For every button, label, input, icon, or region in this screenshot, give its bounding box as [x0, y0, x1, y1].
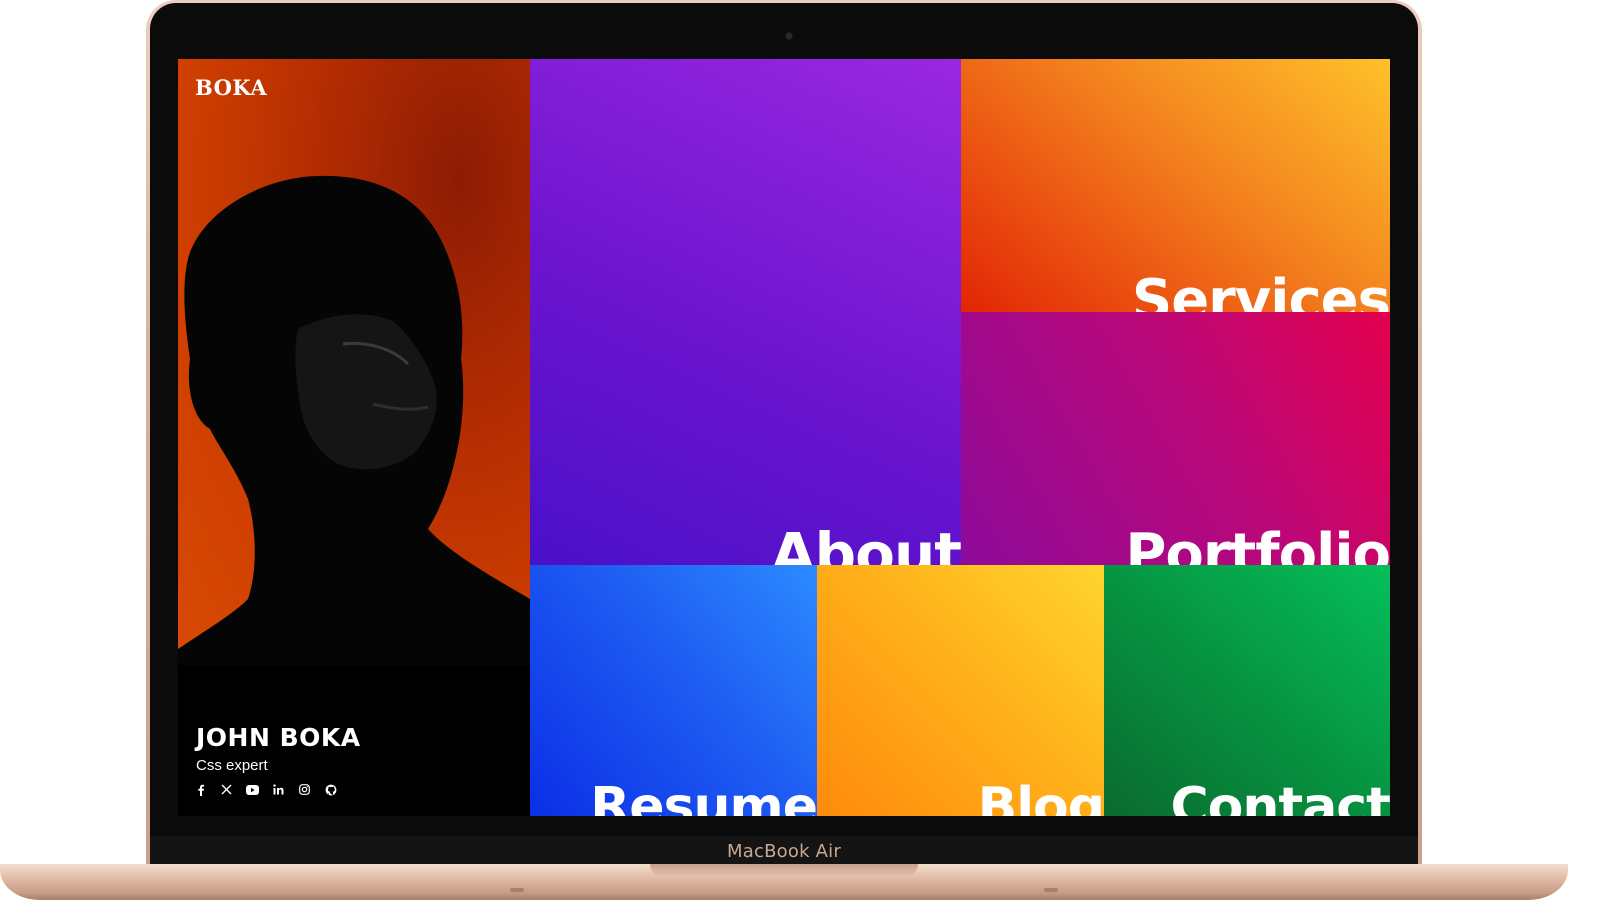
tile-contact-label: Contact — [1170, 777, 1390, 816]
linkedin-icon[interactable] — [272, 783, 285, 796]
github-icon[interactable] — [324, 783, 337, 796]
portrait-silhouette — [178, 175, 530, 665]
tile-blog-label: Blog — [977, 777, 1104, 816]
laptop-foot — [510, 888, 524, 892]
website-screen: BOKA JOHN BOKA Css expert About Services… — [178, 59, 1390, 816]
tile-resume[interactable]: Resume — [530, 565, 817, 816]
base-notch — [650, 864, 918, 876]
tile-services[interactable]: Services — [961, 59, 1390, 312]
tile-blog[interactable]: Blog — [817, 565, 1104, 816]
brand-logo[interactable]: BOKA — [195, 75, 267, 100]
tile-portfolio-label: Portfolio — [1125, 522, 1390, 566]
instagram-icon[interactable] — [298, 783, 311, 796]
laptop-base — [0, 864, 1568, 900]
laptop-foot — [1044, 888, 1058, 892]
profile-panel: BOKA JOHN BOKA Css expert — [178, 59, 530, 816]
tile-about-label: About — [770, 520, 961, 565]
facebook-icon[interactable] — [194, 783, 207, 796]
social-links — [194, 783, 337, 796]
x-icon[interactable] — [220, 783, 233, 796]
camera-dot — [786, 33, 792, 39]
youtube-icon[interactable] — [246, 783, 259, 796]
device-label: MacBook Air — [727, 840, 841, 862]
profile-portrait: BOKA — [178, 59, 530, 665]
tile-contact[interactable]: Contact — [1104, 565, 1390, 816]
tile-resume-label: Resume — [590, 777, 817, 816]
laptop-chin: MacBook Air — [150, 836, 1418, 866]
tile-about[interactable]: About — [530, 59, 961, 565]
profile-name: JOHN BOKA — [196, 723, 361, 752]
tile-services-label: Services — [1131, 268, 1390, 313]
tile-portfolio[interactable]: Portfolio — [961, 312, 1390, 565]
profile-role: Css expert — [196, 757, 268, 774]
